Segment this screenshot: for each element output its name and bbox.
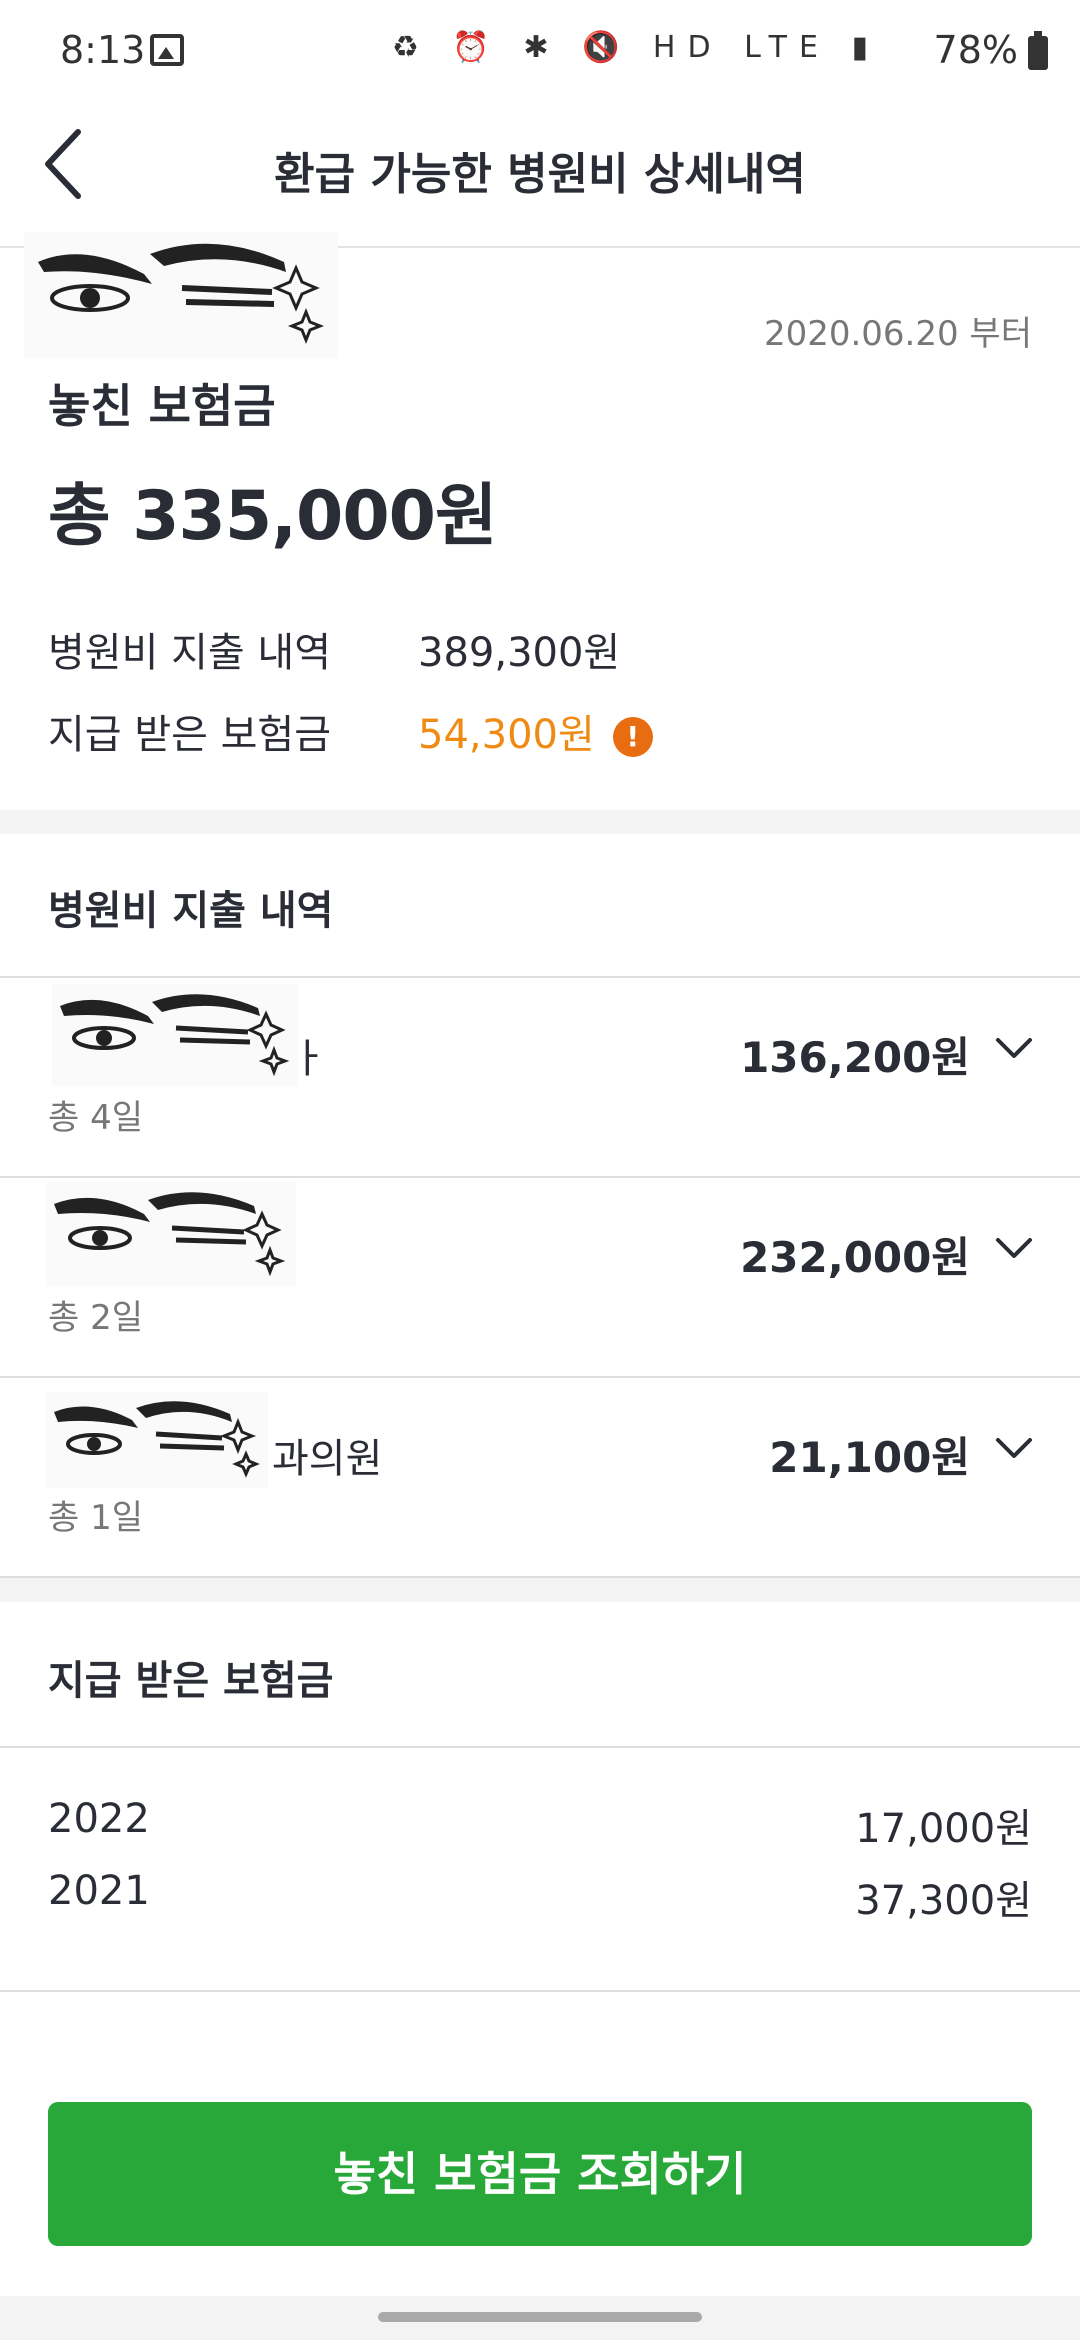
chevron-down-icon [996, 1038, 1032, 1058]
hospital-amount: 136,200원 [740, 1033, 970, 1082]
chevron-down-icon [996, 1438, 1032, 1458]
section-title-paid: 지급 받은 보험금 [48, 1658, 334, 1704]
summary-row-expense: 병원비 지출 내역 389,300원 [48, 620, 620, 678]
summary-total: 총 335,000원 [48, 477, 498, 556]
redaction-sticker [46, 1392, 268, 1488]
summary-row-key: 병원비 지출 내역 [48, 630, 332, 676]
summary-row-value: 54,300원 [418, 712, 595, 758]
eyes-sticker-icon [54, 1401, 260, 1478]
hospital-amount: 232,000원 [740, 1233, 970, 1282]
eyes-sticker-icon [60, 994, 290, 1077]
hospital-name: 과의원 [272, 1436, 383, 1482]
status-bar: 8:13 ♻ ⏰ ✱ 🔇 HD LTE ▮ 78% [0, 0, 1080, 100]
hospital-name: ㅏ [290, 1036, 327, 1082]
hospital-amount: 21,100원 [769, 1433, 970, 1482]
eyes-sticker-icon [54, 1192, 286, 1277]
chevron-down-icon [996, 1238, 1032, 1258]
hospital-item[interactable]: 총 2일 232,000원 [0, 1178, 1080, 1376]
page-title: 환급 가능한 병원비 상세내역 [274, 149, 806, 200]
eyes-sticker-icon [38, 243, 325, 345]
app-header: 환급 가능한 병원비 상세내역 [0, 100, 1080, 248]
warning-icon[interactable]: ! [612, 717, 653, 757]
paid-row: 2021 37,300원 [48, 1868, 1032, 1924]
hospital-item[interactable]: 과의원 총 1일 21,100원 [0, 1378, 1080, 1576]
divider [0, 1990, 1080, 1992]
home-indicator[interactable] [378, 2312, 702, 2322]
battery-icon [1028, 31, 1048, 70]
redaction-sticker [52, 984, 298, 1086]
section-title-hospital: 병원비 지출 내역 [48, 888, 334, 934]
summary-row-value: 389,300원 [418, 630, 621, 676]
hospital-item[interactable]: ㅏ 총 4일 136,200원 [0, 978, 1080, 1176]
redaction-sticker [46, 1182, 296, 1286]
summary-card: 2020.06.20 부터 놓친 보험금 총 335,000원 병원비 지출 내… [0, 232, 1080, 810]
status-icons: ♻ ⏰ ✱ 🔇 HD LTE ▮ [392, 30, 880, 65]
hospital-days: 총 1일 [48, 1498, 143, 1538]
gallery-icon [150, 34, 184, 66]
paid-amount: 37,300원 [855, 1878, 1032, 1924]
status-time: 8:13 [60, 28, 146, 72]
since-date: 2020.06.20 부터 [763, 314, 1032, 354]
summary-label: 놓친 보험금 [48, 379, 276, 433]
section-divider [0, 1578, 1080, 1602]
battery-percent: 78% [933, 28, 1018, 72]
paid-year: 2022 [48, 1796, 150, 1842]
paid-row: 2022 17,000원 [48, 1796, 1032, 1852]
paid-amount: 17,000원 [855, 1806, 1032, 1852]
find-missed-insurance-button[interactable]: 놓친 보험금 조회하기 [48, 2102, 1032, 2246]
section-divider [0, 810, 1080, 834]
hospital-days: 총 4일 [48, 1098, 143, 1138]
divider [0, 1746, 1080, 1748]
redaction-sticker [24, 232, 338, 358]
summary-row-paid: 지급 받은 보험금 54,300원! [48, 702, 653, 760]
summary-row-key: 지급 받은 보험금 [48, 712, 332, 758]
hospital-days: 총 2일 [48, 1298, 143, 1338]
paid-year: 2021 [48, 1868, 150, 1914]
